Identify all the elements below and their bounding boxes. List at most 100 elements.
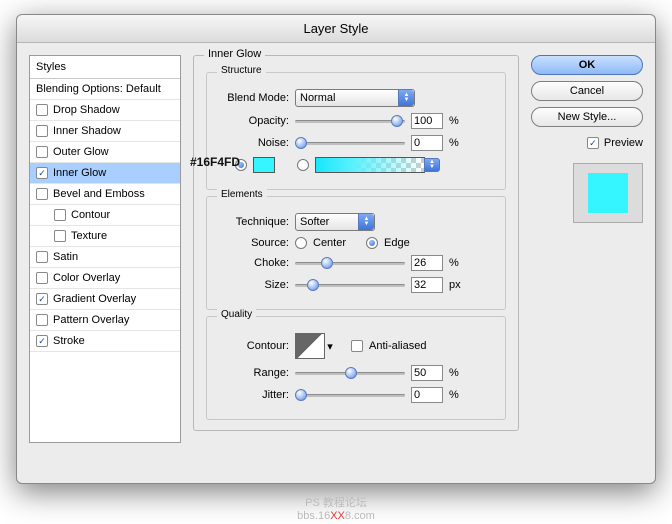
- preview-label: Preview: [604, 137, 643, 149]
- elements-group: Elements Technique: Softer▲▼ Source: Cen…: [206, 196, 506, 310]
- blend-mode-select[interactable]: Normal▲▼: [295, 89, 415, 107]
- sidebar-item-satin[interactable]: Satin: [30, 247, 180, 268]
- checkbox[interactable]: [36, 188, 48, 200]
- sidebar-item-bevel-and-emboss[interactable]: Bevel and Emboss: [30, 184, 180, 205]
- source-center-radio[interactable]: [295, 237, 307, 249]
- contour-label: Contour:: [217, 340, 289, 352]
- sidebar-item-label: Texture: [71, 230, 107, 242]
- sidebar-header[interactable]: Styles: [30, 56, 180, 79]
- checkbox[interactable]: [36, 314, 48, 326]
- new-style-button[interactable]: New Style...: [531, 107, 643, 127]
- checkbox[interactable]: [54, 209, 66, 221]
- ok-button[interactable]: OK: [531, 55, 643, 75]
- anti-aliased-checkbox[interactable]: [351, 340, 363, 352]
- source-center-label: Center: [313, 237, 346, 249]
- sidebar-item-label: Gradient Overlay: [53, 293, 136, 305]
- preview-swatch: [573, 163, 643, 223]
- sidebar-item-label: Color Overlay: [53, 272, 120, 284]
- gradient-picker[interactable]: ▲▼: [315, 157, 425, 173]
- structure-title: Structure: [217, 65, 266, 76]
- sidebar-item-color-overlay[interactable]: Color Overlay: [30, 268, 180, 289]
- noise-unit: %: [449, 137, 459, 149]
- jitter-slider[interactable]: [295, 388, 405, 402]
- sidebar-item-outer-glow[interactable]: Outer Glow: [30, 142, 180, 163]
- checkbox[interactable]: [36, 104, 48, 116]
- source-label: Source:: [217, 237, 289, 249]
- choke-input[interactable]: [411, 255, 443, 271]
- contour-picker[interactable]: ▾: [295, 333, 325, 359]
- noise-label: Noise:: [217, 137, 289, 149]
- sidebar-item-label: Pattern Overlay: [53, 314, 129, 326]
- chevron-updown-icon: ▲▼: [358, 214, 374, 230]
- sidebar-item-label: Inner Shadow: [53, 125, 121, 137]
- color-hex-annotation: #16F4FD: [190, 155, 240, 169]
- sidebar-item-drop-shadow[interactable]: Drop Shadow: [30, 100, 180, 121]
- sidebar-item-label: Stroke: [53, 335, 85, 347]
- checkbox[interactable]: [36, 251, 48, 263]
- technique-label: Technique:: [217, 216, 289, 228]
- preview-checkbox[interactable]: ✓: [587, 137, 599, 149]
- styles-sidebar: Styles Blending Options: Default Drop Sh…: [29, 55, 181, 443]
- layer-style-dialog: Layer Style Styles Blending Options: Def…: [16, 14, 656, 484]
- checkbox[interactable]: [54, 230, 66, 242]
- main-panel: Inner Glow Structure Blend Mode: Normal▲…: [193, 55, 519, 443]
- jitter-unit: %: [449, 389, 459, 401]
- opacity-label: Opacity:: [217, 115, 289, 127]
- gradient-radio[interactable]: [297, 159, 309, 171]
- size-input[interactable]: [411, 277, 443, 293]
- noise-input[interactable]: [411, 135, 443, 151]
- sidebar-item-pattern-overlay[interactable]: Pattern Overlay: [30, 310, 180, 331]
- checkbox[interactable]: ✓: [36, 167, 48, 179]
- sidebar-label: Blending Options: Default: [36, 83, 161, 95]
- sidebar-item-inner-glow[interactable]: ✓ Inner Glow: [30, 163, 180, 184]
- checkbox[interactable]: [36, 146, 48, 158]
- range-input[interactable]: [411, 365, 443, 381]
- cancel-button[interactable]: Cancel: [531, 81, 643, 101]
- checkbox[interactable]: ✓: [36, 335, 48, 347]
- chevron-updown-icon: ▲▼: [424, 158, 440, 172]
- sidebar-item-gradient-overlay[interactable]: ✓ Gradient Overlay: [30, 289, 180, 310]
- structure-group: Structure Blend Mode: Normal▲▼ Opacity: …: [206, 72, 506, 190]
- checkbox[interactable]: ✓: [36, 293, 48, 305]
- source-edge-label: Edge: [384, 237, 410, 249]
- choke-slider[interactable]: [295, 256, 405, 270]
- checkbox[interactable]: [36, 125, 48, 137]
- choke-unit: %: [449, 257, 459, 269]
- sidebar-item-label: Inner Glow: [53, 167, 106, 179]
- checkbox[interactable]: [36, 272, 48, 284]
- sidebar-item-label: Contour: [71, 209, 110, 221]
- dialog-title: Layer Style: [17, 15, 655, 43]
- inner-glow-group: Inner Glow Structure Blend Mode: Normal▲…: [193, 55, 519, 431]
- jitter-label: Jitter:: [217, 389, 289, 401]
- quality-group: Quality Contour: ▾ Anti-aliased Range: %: [206, 316, 506, 420]
- sidebar-item-contour[interactable]: Contour: [30, 205, 180, 226]
- sidebar-item-label: Bevel and Emboss: [53, 188, 145, 200]
- sidebar-item-inner-shadow[interactable]: Inner Shadow: [30, 121, 180, 142]
- noise-slider[interactable]: [295, 136, 405, 150]
- range-unit: %: [449, 367, 459, 379]
- choke-label: Choke:: [217, 257, 289, 269]
- sidebar-item-label: Satin: [53, 251, 78, 263]
- opacity-input[interactable]: [411, 113, 443, 129]
- size-slider[interactable]: [295, 278, 405, 292]
- watermark: PS 教程论坛 bbs.16XX8.com: [0, 494, 672, 522]
- range-label: Range:: [217, 367, 289, 379]
- jitter-input[interactable]: [411, 387, 443, 403]
- right-buttons: OK Cancel New Style... ✓ Preview: [531, 55, 643, 443]
- anti-aliased-label: Anti-aliased: [369, 340, 426, 352]
- quality-title: Quality: [217, 309, 256, 320]
- sidebar-item-label: Outer Glow: [53, 146, 109, 158]
- chevron-down-icon: ▾: [324, 334, 336, 358]
- sidebar-item-stroke[interactable]: ✓ Stroke: [30, 331, 180, 352]
- sidebar-blending-options[interactable]: Blending Options: Default: [30, 79, 180, 100]
- opacity-unit: %: [449, 115, 459, 127]
- technique-select[interactable]: Softer▲▼: [295, 213, 375, 231]
- range-slider[interactable]: [295, 366, 405, 380]
- size-label: Size:: [217, 279, 289, 291]
- source-edge-radio[interactable]: [366, 237, 378, 249]
- chevron-updown-icon: ▲▼: [398, 90, 414, 106]
- color-swatch[interactable]: [253, 157, 275, 173]
- opacity-slider[interactable]: [295, 114, 405, 128]
- size-unit: px: [449, 279, 461, 291]
- sidebar-item-texture[interactable]: Texture: [30, 226, 180, 247]
